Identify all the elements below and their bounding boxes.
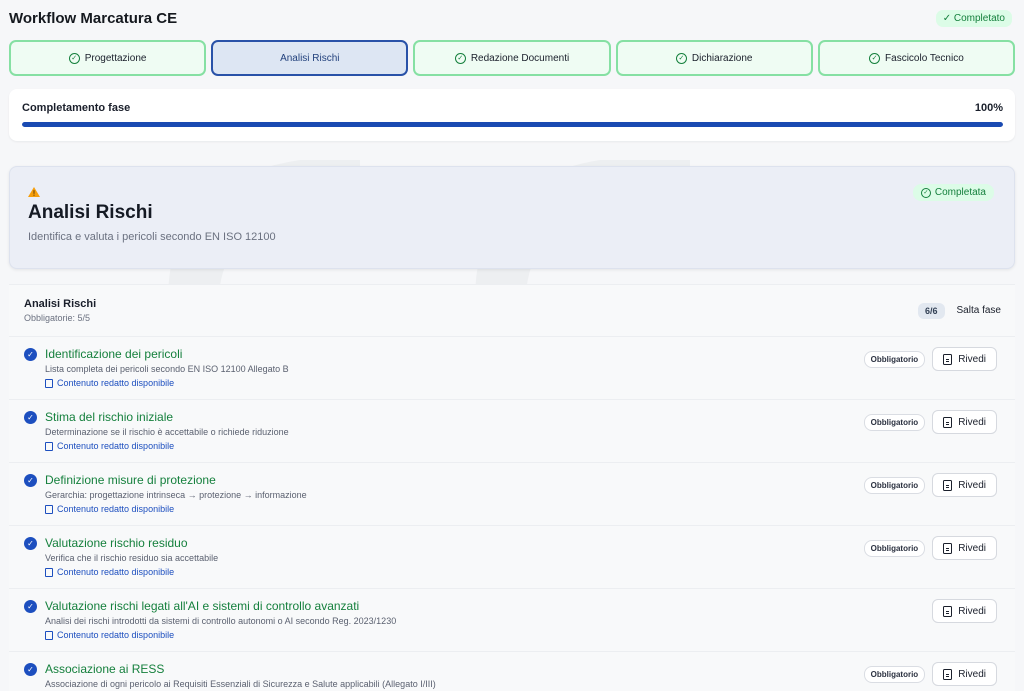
progress-label: Completamento fase xyxy=(22,102,131,114)
required-badge: Obbligatorio xyxy=(863,539,926,557)
review-label: Rivedi xyxy=(958,542,986,554)
panel-title: Analisi Rischi xyxy=(24,298,97,310)
review-label: Rivedi xyxy=(958,353,986,365)
content-available-link[interactable]: Contenuto redatto disponibile xyxy=(45,504,1003,514)
review-button[interactable]: Rivedi xyxy=(932,599,997,623)
check-circle-icon: ✓ xyxy=(869,52,881,64)
list-item: ✓ Valutazione rischio residuo Verifica che… xyxy=(9,526,1015,589)
step-analisi-rischi[interactable]: Analisi Rischi xyxy=(211,40,409,76)
document-icon xyxy=(45,378,53,388)
content-available-label: Contenuto redatto disponibile xyxy=(57,441,175,451)
review-label: Rivedi xyxy=(958,479,986,491)
content-available-link[interactable]: Contenuto redatto disponibile xyxy=(45,567,1003,577)
document-icon xyxy=(943,479,953,491)
list-item: ✓ Definizione misure di protezione Gerarch… xyxy=(9,463,1015,526)
item-description: Gerarchia: progettazione intrinseca → pr… xyxy=(45,490,307,500)
review-label: Rivedi xyxy=(958,605,986,617)
document-icon xyxy=(45,441,53,451)
review-button[interactable]: Rivedi xyxy=(932,473,997,497)
required-badge: Obbligatorio xyxy=(863,350,926,368)
list-item: ✓ Stima del rischio iniziale Determinazion… xyxy=(9,400,1015,463)
top-bar: Workflow Marcatura CE ✓ Completato xyxy=(0,0,1024,36)
step-redazione-documenti[interactable]: ✓ Redazione Documenti xyxy=(413,40,611,76)
panel-subtitle: Obbligatorie: 5/5 xyxy=(24,313,91,323)
app-title: Workflow Marcatura CE xyxy=(9,9,178,27)
status-badge: ✓ Completato xyxy=(935,9,1012,27)
document-icon xyxy=(45,630,53,640)
step-progettazione[interactable]: ✓ Progettazione xyxy=(9,40,207,76)
item-description: Lista completa dei pericoli secondo EN I… xyxy=(45,364,289,374)
workflow-steps: ✓ Progettazione Analisi Rischi ✓ Redazio… xyxy=(0,40,1024,76)
required-badge: Obbligatorio xyxy=(863,413,926,431)
list-item: ✓ Associazione ai RESS Associazione di ogn… xyxy=(9,652,1015,691)
review-button[interactable]: Rivedi xyxy=(932,662,997,686)
skip-phase-button[interactable]: Salta fase xyxy=(955,301,1003,320)
item-title: Definizione misure di protezione xyxy=(45,473,216,487)
content-available-link[interactable]: Contenuto redatto disponibile xyxy=(45,630,1003,640)
check-circle-icon: ✓ xyxy=(24,600,37,613)
document-icon xyxy=(45,504,53,514)
phase-subtitle: Identifica e valuta i pericoli secondo E… xyxy=(28,231,276,243)
step-fascicolo-tecnico[interactable]: ✓ Fascicolo Tecnico xyxy=(817,40,1016,76)
progress-card: Completamento fase 100% xyxy=(9,89,1015,141)
document-icon xyxy=(943,542,953,554)
required-badge: Obbligatorio xyxy=(863,665,926,683)
content-available-label: Contenuto redatto disponibile xyxy=(57,567,175,577)
step-label: Analisi Rischi xyxy=(280,52,340,64)
phase-status-badge: ✓ Completata xyxy=(912,184,994,201)
check-circle-icon: ✓ xyxy=(454,52,466,64)
review-label: Rivedi xyxy=(958,668,986,680)
completed-count-badge: 6/6 xyxy=(918,302,945,319)
content-available-label: Contenuto redatto disponibile xyxy=(57,630,175,640)
review-button[interactable]: Rivedi xyxy=(932,410,997,434)
required-badge: Obbligatorio xyxy=(863,476,926,494)
review-button[interactable]: Rivedi xyxy=(932,536,997,560)
check-circle-icon: ✓ xyxy=(675,52,687,64)
task-list: ✓ Identificazione dei pericoli Lista compl… xyxy=(9,337,1015,691)
document-icon xyxy=(45,567,53,577)
item-description: Verifica che il rischio residuo sia acce… xyxy=(45,553,219,563)
check-circle-icon: ✓ xyxy=(24,348,37,361)
phase-status-label: Completata xyxy=(934,187,986,198)
warning-icon xyxy=(28,187,40,197)
step-dichiarazione[interactable]: ✓ Dichiarazione xyxy=(615,40,813,76)
check-circle-icon: ✓ xyxy=(68,52,80,64)
progress-bar xyxy=(22,122,1003,127)
list-item: ✓ Valutazione rischi legati all'AI e sist… xyxy=(9,589,1015,652)
item-title: Associazione ai RESS xyxy=(45,662,165,676)
list-item: ✓ Identificazione dei pericoli Lista compl… xyxy=(9,337,1015,400)
content-available-label: Contenuto redatto disponibile xyxy=(57,504,175,514)
content-available-link[interactable]: Contenuto redatto disponibile xyxy=(45,441,1003,451)
progress-value: 100% xyxy=(974,102,1003,114)
document-icon xyxy=(943,668,953,680)
phase-header: Analisi Rischi Identifica e valuta i per… xyxy=(9,166,1015,269)
content-available-label: Contenuto redatto disponibile xyxy=(57,378,175,388)
task-panel: Analisi Rischi Obbligatorie: 5/5 6/6 Sal… xyxy=(9,284,1015,691)
item-title: Identificazione dei pericoli xyxy=(45,347,183,361)
document-icon xyxy=(943,605,953,617)
check-circle-icon: ✓ xyxy=(24,663,37,676)
step-label: Progettazione xyxy=(84,52,147,64)
item-title: Valutazione rischi legati all'AI e siste… xyxy=(45,599,360,613)
document-icon xyxy=(943,416,953,428)
check-circle-icon: ✓ xyxy=(24,537,37,550)
check-circle-icon: ✓ xyxy=(920,187,931,198)
review-label: Rivedi xyxy=(958,416,986,428)
item-title: Valutazione rischio residuo xyxy=(45,536,188,550)
check-circle-icon: ✓ xyxy=(24,474,37,487)
step-label: Redazione Documenti xyxy=(470,52,570,64)
document-icon xyxy=(943,353,953,365)
step-label: Dichiarazione xyxy=(691,52,753,64)
item-title: Stima del rischio iniziale xyxy=(45,410,174,424)
step-label: Fascicolo Tecnico xyxy=(885,52,964,64)
phase-title: Analisi Rischi xyxy=(28,202,153,223)
item-description: Associazione di ogni pericolo ai Requisi… xyxy=(45,679,436,689)
item-description: Analisi dei rischi introdotti da sistemi… xyxy=(45,616,397,626)
item-description: Determinazione se il rischio è accettabi… xyxy=(45,427,289,437)
review-button[interactable]: Rivedi xyxy=(932,347,997,371)
progress-fill xyxy=(22,122,1003,127)
check-circle-icon: ✓ xyxy=(24,411,37,424)
panel-header: Analisi Rischi Obbligatorie: 5/5 6/6 Sal… xyxy=(9,285,1015,337)
content-available-link[interactable]: Contenuto redatto disponibile xyxy=(45,378,1003,388)
